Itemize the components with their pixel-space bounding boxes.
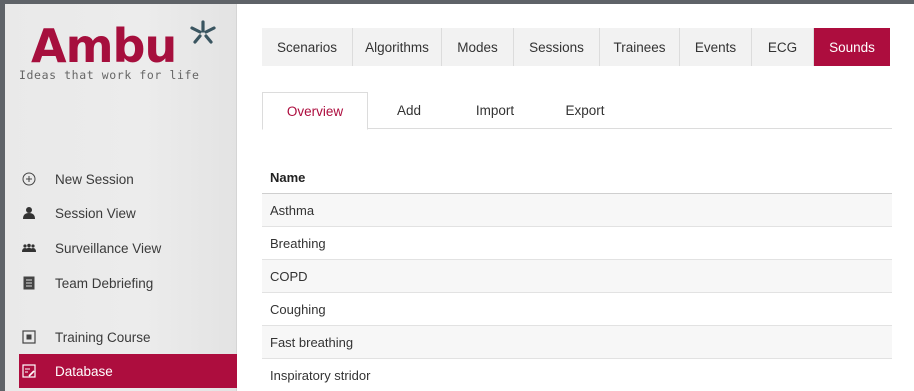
group-icon [21,240,37,256]
tab-trainees[interactable]: Trainees [600,28,680,66]
logo-wordmark: Ambu [31,19,177,73]
app-window: Ambu Ideas that work for life New Sessio… [5,4,914,391]
person-icon [21,205,37,221]
tab-modes[interactable]: Modes [442,28,514,66]
subtab-export[interactable]: Export [550,92,620,129]
tab-algorithms[interactable]: Algorithms [353,28,442,66]
plus-circle-icon [21,171,37,187]
logo-star-icon [190,20,216,44]
table-body: Asthma Breathing COPD Coughing Fast brea… [262,194,892,391]
table-row[interactable]: Asthma [262,194,892,227]
tab-sounds[interactable]: Sounds [814,28,890,66]
tab-ecg[interactable]: ECG [752,28,814,66]
sounds-table: Name Asthma Breathing COPD Coughing Fast… [262,161,892,391]
sidebar-item-training-course[interactable]: Training Course [19,320,237,354]
sidebar-item-database[interactable]: Database [19,354,237,388]
course-icon [21,329,37,345]
table-row[interactable]: Breathing [262,227,892,260]
tab-scenarios[interactable]: Scenarios [262,28,353,66]
table-row[interactable]: COPD [262,260,892,293]
sidebar-item-team-debriefing[interactable]: Team Debriefing [19,266,237,300]
sidebar-item-new-session[interactable]: New Session [19,162,237,196]
table-row[interactable]: Fast breathing [262,326,892,359]
database-edit-icon [21,363,37,379]
tab-events[interactable]: Events [680,28,752,66]
main-content: Scenarios Algorithms Modes Sessions Trai… [237,4,914,391]
document-icon [21,275,37,291]
sidebar-item-label: Team Debriefing [55,275,154,291]
sidebar-item-label: Database [55,363,113,379]
sidebar-item-label: Training Course [55,329,151,345]
column-header-name[interactable]: Name [262,161,892,194]
sub-tabs: Overview Add Import Export [262,92,892,130]
logo-tagline: Ideas that work for life [19,68,200,82]
sidebar-item-label: Surveillance View [55,240,162,256]
subtab-overview[interactable]: Overview [262,92,368,130]
subtab-import[interactable]: Import [460,92,530,129]
sidebar-item-label: Session View [55,205,136,221]
subtab-add[interactable]: Add [380,92,438,129]
ambu-logo[interactable]: Ambu Ideas that work for life [19,18,229,93]
table-row[interactable]: Coughing [262,293,892,326]
sidebar-item-session-view[interactable]: Session View [19,196,237,230]
table-row[interactable]: Inspiratory stridor [262,359,892,391]
sidebar-item-label: New Session [55,171,134,187]
sidebar-item-surveillance-view[interactable]: Surveillance View [19,231,237,265]
tab-sessions[interactable]: Sessions [514,28,600,66]
top-navigation: Scenarios Algorithms Modes Sessions Trai… [262,28,890,66]
sidebar: Ambu Ideas that work for life New Sessio… [5,4,237,391]
